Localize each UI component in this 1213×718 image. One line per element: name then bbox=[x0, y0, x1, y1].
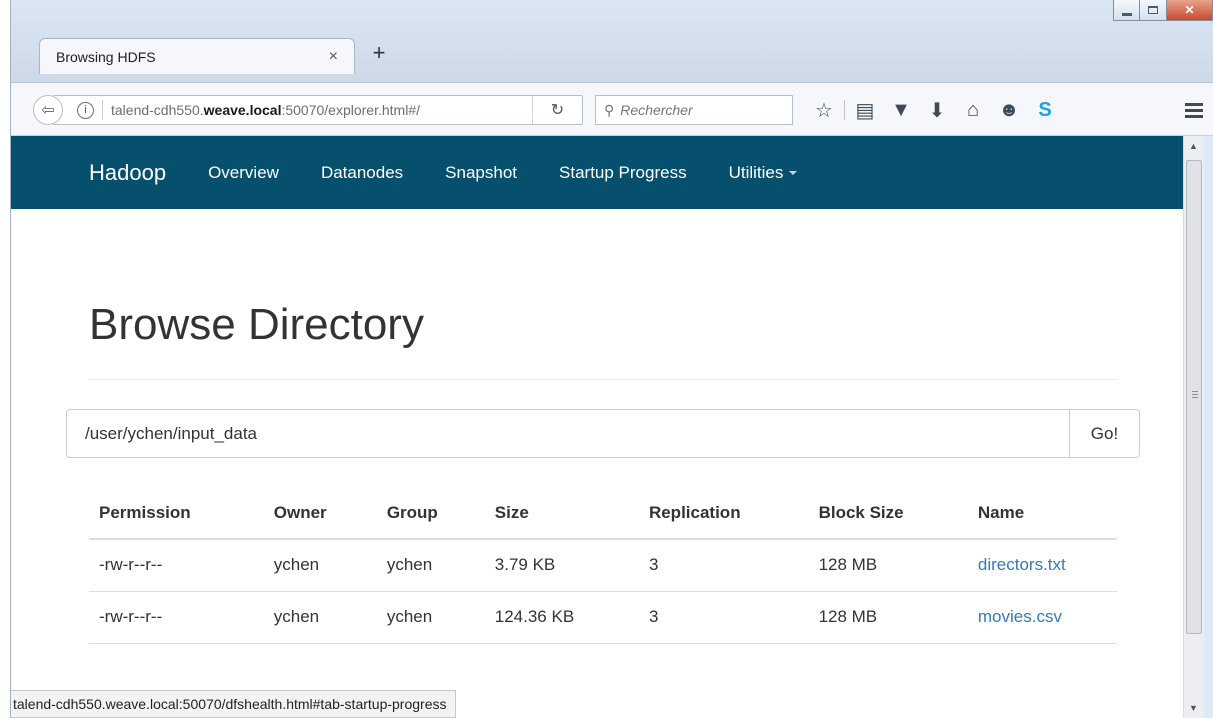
name-cell: movies.csv bbox=[967, 591, 1117, 644]
table-row: -rw-r--r-- ychen ychen 3.79 KB 3 128 MB … bbox=[89, 539, 1117, 592]
scroll-thumb[interactable] bbox=[1186, 160, 1202, 634]
navigation-toolbar: i talend-cdh550.weave.local:50070/explor… bbox=[11, 82, 1213, 136]
go-button[interactable]: Go! bbox=[1070, 409, 1140, 458]
group-cell: ychen bbox=[376, 539, 485, 592]
search-icon: ⚲ bbox=[604, 101, 615, 118]
block-size-cell: 128 MB bbox=[808, 591, 968, 644]
menu-icon[interactable] bbox=[1185, 103, 1203, 121]
maximize-button[interactable] bbox=[1140, 0, 1167, 21]
column-header[interactable]: Block Size bbox=[808, 488, 968, 540]
group-cell: ychen bbox=[376, 591, 485, 644]
tab-close-icon[interactable]: × bbox=[329, 48, 338, 66]
close-icon: ✕ bbox=[1184, 3, 1195, 17]
page-content: Hadoop Overview Datanodes Snapshot Start… bbox=[11, 136, 1183, 718]
browser-window: ✕ Browsing HDFS × + i talend-cdh550.weav… bbox=[10, 0, 1213, 718]
toolbar-separator bbox=[844, 100, 845, 120]
scroll-up-icon[interactable]: ▲ bbox=[1189, 141, 1198, 151]
search-input[interactable]: ⚲ Rechercher bbox=[595, 95, 793, 125]
scroll-grip-icon bbox=[1192, 391, 1198, 400]
search-placeholder: Rechercher bbox=[620, 102, 693, 118]
nav-utilities-label: Utilities bbox=[728, 162, 784, 182]
file-link[interactable]: movies.csv bbox=[978, 607, 1062, 626]
url-suffix: :50070/explorer.html#/ bbox=[281, 102, 420, 118]
nav-utilities[interactable]: Utilities bbox=[729, 163, 798, 183]
skype-icon[interactable]: S bbox=[1027, 99, 1063, 122]
permission-cell: -rw-r--r-- bbox=[89, 539, 264, 592]
toolbar-icons: ☆ ▤ ▼ ⬇ ⌂ ☻ S bbox=[806, 95, 1063, 125]
minimize-button[interactable] bbox=[1113, 0, 1140, 21]
title-divider bbox=[89, 379, 1117, 380]
nav-datanodes[interactable]: Datanodes bbox=[321, 163, 403, 183]
file-link[interactable]: directors.txt bbox=[978, 555, 1066, 574]
window-controls: ✕ bbox=[1113, 0, 1213, 22]
column-header[interactable]: Group bbox=[376, 488, 485, 540]
column-header[interactable]: Replication bbox=[638, 488, 809, 540]
close-window-button[interactable]: ✕ bbox=[1167, 0, 1213, 21]
reading-list-icon[interactable]: ▤ bbox=[847, 98, 883, 123]
brand-link[interactable]: Hadoop bbox=[89, 160, 166, 186]
name-cell: directors.txt bbox=[967, 539, 1117, 592]
url-separator bbox=[102, 100, 103, 120]
title-bar: ✕ Browsing HDFS × + bbox=[11, 0, 1213, 82]
replication-cell: 3 bbox=[638, 539, 809, 592]
browser-tab[interactable]: Browsing HDFS × bbox=[39, 38, 355, 74]
minimize-icon bbox=[1121, 12, 1132, 16]
bookmark-star-icon[interactable]: ☆ bbox=[806, 98, 842, 123]
directory-path-input[interactable] bbox=[66, 409, 1070, 458]
pocket-icon[interactable]: ▼ bbox=[883, 99, 919, 122]
info-icon[interactable]: i bbox=[77, 101, 94, 119]
maximize-icon bbox=[1148, 6, 1158, 14]
column-header[interactable]: Size bbox=[484, 488, 639, 540]
url-prefix: talend-cdh550. bbox=[111, 102, 204, 118]
caret-down-icon bbox=[789, 171, 798, 176]
tab-title: Browsing HDFS bbox=[56, 48, 156, 65]
table-header-row: Permission Owner Group Size Replication … bbox=[89, 488, 1117, 540]
back-button[interactable]: ⇦ bbox=[33, 95, 63, 125]
size-cell: 3.79 KB bbox=[484, 539, 639, 592]
url-text[interactable]: talend-cdh550.weave.local:50070/explorer… bbox=[111, 102, 491, 118]
size-cell: 124.36 KB bbox=[484, 591, 639, 644]
home-icon[interactable]: ⌂ bbox=[955, 99, 991, 122]
path-form: Go! bbox=[66, 409, 1140, 458]
nav-overview[interactable]: Overview bbox=[208, 163, 279, 183]
owner-cell: ychen bbox=[263, 591, 377, 644]
vertical-scrollbar[interactable]: ▲ ▼ bbox=[1183, 136, 1204, 718]
new-tab-button[interactable]: + bbox=[364, 38, 394, 68]
nav-startup-progress[interactable]: Startup Progress bbox=[559, 163, 687, 183]
url-bar[interactable]: i talend-cdh550.weave.local:50070/explor… bbox=[53, 95, 583, 125]
permission-cell: -rw-r--r-- bbox=[89, 591, 264, 644]
column-header[interactable]: Permission bbox=[89, 488, 264, 540]
file-listing-table: Permission Owner Group Size Replication … bbox=[89, 488, 1117, 644]
replication-cell: 3 bbox=[638, 591, 809, 644]
column-header[interactable]: Name bbox=[967, 488, 1117, 540]
table-row: -rw-r--r-- ychen ychen 124.36 KB 3 128 M… bbox=[89, 591, 1117, 644]
nav-snapshot[interactable]: Snapshot bbox=[445, 163, 517, 183]
status-bar: talend-cdh550.weave.local:50070/dfshealt… bbox=[11, 690, 456, 718]
owner-cell: ychen bbox=[263, 539, 377, 592]
emoji-icon[interactable]: ☻ bbox=[991, 99, 1027, 122]
scroll-down-icon[interactable]: ▼ bbox=[1189, 703, 1198, 713]
column-header[interactable]: Owner bbox=[263, 488, 377, 540]
hadoop-navbar: Hadoop Overview Datanodes Snapshot Start… bbox=[11, 136, 1183, 209]
reload-button[interactable]: ↻ bbox=[532, 96, 582, 124]
reload-icon: ↻ bbox=[550, 102, 565, 119]
url-domain: weave.local bbox=[203, 102, 282, 118]
download-icon[interactable]: ⬇ bbox=[919, 98, 955, 123]
back-arrow-icon: ⇦ bbox=[41, 102, 55, 119]
page-title: Browse Directory bbox=[89, 300, 424, 349]
block-size-cell: 128 MB bbox=[808, 539, 968, 592]
